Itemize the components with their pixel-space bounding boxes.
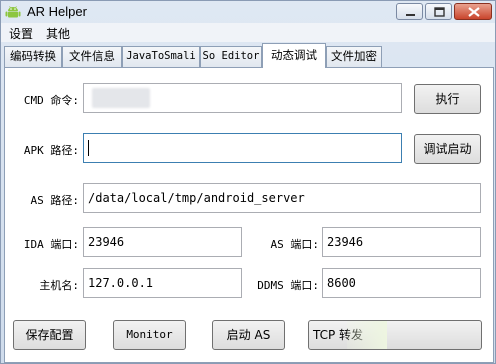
cmd-input[interactable] (83, 83, 402, 113)
as-port-label: AS 端口: (270, 238, 320, 251)
ida-port-input[interactable]: 23946 (83, 227, 242, 257)
as-path-input[interactable]: /data/local/tmp/android_server (83, 183, 481, 213)
menu-settings[interactable]: 设置 (9, 25, 33, 42)
tab-dynamic-debug[interactable]: 动态调试 (262, 43, 326, 68)
apk-path-input[interactable] (83, 133, 402, 163)
maximize-button[interactable] (425, 3, 452, 20)
menu-bar: 设置 其他 (1, 23, 495, 42)
save-config-button[interactable]: 保存配置 (13, 320, 86, 350)
text-caret (88, 139, 89, 156)
apk-path-label: APK 路径: (23, 144, 79, 157)
android-icon (5, 4, 21, 20)
app-window: AR Helper 设置 其他 编码转换 文件信息 JavaToSmali So… (0, 0, 496, 364)
tab-so-editor[interactable]: So Editor (200, 46, 262, 67)
start-as-button[interactable]: 启动 AS (212, 320, 285, 350)
debug-launch-button[interactable]: 调试启动 (414, 134, 481, 164)
menu-other[interactable]: 其他 (46, 25, 70, 42)
tab-java-to-smali[interactable]: JavaToSmali (122, 46, 200, 67)
close-button[interactable] (454, 3, 492, 20)
tcp-forward-button[interactable]: TCP 转发 (308, 320, 482, 350)
as-path-label: AS 路径: (30, 194, 80, 207)
tab-file-encrypt[interactable]: 文件加密 (326, 46, 382, 67)
minimize-icon (406, 14, 415, 16)
cmd-label: CMD 命令: (23, 94, 79, 107)
execute-button[interactable]: 执行 (414, 84, 481, 114)
close-icon (468, 7, 480, 17)
maximize-icon (434, 7, 445, 17)
ddms-port-input[interactable]: 8600 (322, 268, 481, 298)
hostname-input[interactable]: 127.0.0.1 (83, 268, 242, 298)
hostname-label: 主机名: (39, 279, 79, 292)
ddms-port-label: DDMS 端口: (257, 279, 319, 292)
as-port-input[interactable]: 23946 (322, 227, 481, 257)
redacted-text (92, 88, 150, 108)
title-bar[interactable]: AR Helper (1, 1, 495, 23)
minimize-button[interactable] (396, 3, 423, 20)
tab-bar: 编码转换 文件信息 JavaToSmali So Editor 动态调试 文件加… (4, 43, 494, 68)
ida-port-label: IDA 端口: (23, 238, 79, 251)
window-title: AR Helper (27, 4, 87, 19)
monitor-button[interactable]: Monitor (113, 320, 186, 350)
tab-file-info[interactable]: 文件信息 (62, 46, 122, 67)
tab-encoding[interactable]: 编码转换 (4, 46, 62, 67)
dynamic-debug-panel: CMD 命令: 执行 APK 路径: 调试启动 AS 路径: /data/loc… (4, 67, 494, 363)
overlay-blotch (347, 321, 387, 349)
